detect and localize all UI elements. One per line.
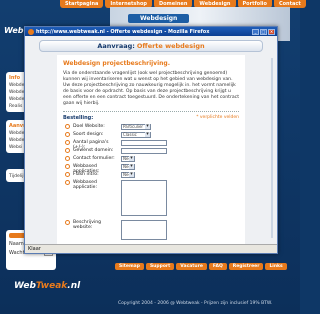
bullet-icon [65, 148, 70, 153]
banner-title: Offerte webdesign [136, 42, 205, 50]
field-label: Flash intro: [73, 172, 99, 177]
footer-link-sitemap[interactable]: Sitemap [115, 263, 144, 270]
flash-intro-select[interactable]: Nee [121, 172, 135, 178]
footer-logo-web: Web [14, 281, 36, 291]
close-icon[interactable]: × [268, 28, 275, 35]
soort-design-select[interactable]: Classic [121, 132, 151, 138]
copyright-text: Copyright 2004 - 2006 @ Webtweak - Prijz… [118, 301, 273, 306]
webbased-applicaties-select[interactable]: Nee [121, 164, 135, 170]
maximize-icon[interactable]: □ [260, 28, 267, 35]
gewenst-domein-input[interactable] [121, 148, 167, 154]
section-tag: Webdesign [128, 14, 190, 23]
firefox-popup-window: http://www.webtweak.nl - Offerte webdesi… [24, 26, 278, 254]
field-row: Doel Website: Particulier [63, 124, 239, 132]
footer-link-links[interactable]: Links [265, 263, 287, 270]
aantal-paginas-input[interactable] [121, 140, 167, 146]
bestelling-row: Bestelling: * verplichte velden [63, 115, 239, 121]
page-scrollbar[interactable] [271, 58, 273, 238]
bullet-icon [65, 172, 70, 177]
section-title: Webdesign projectbeschrijving. [63, 60, 170, 67]
field-label: Gewenst domein: [73, 148, 114, 153]
form-panel: Webdesign projectbeschrijving. Via de on… [57, 55, 245, 244]
footer-link-support[interactable]: Support [145, 263, 175, 270]
page-banner: Aanvraag: Offerte webdesign [39, 40, 263, 52]
required-note: * verplichte velden [196, 115, 239, 120]
bullet-icon [65, 132, 70, 137]
banner-prefix: Aanvraag: [97, 42, 135, 50]
login-name-label: Naam: [9, 241, 26, 247]
field-row: Webbased applicaties: Nee [63, 164, 239, 174]
field-row: Flash intro: Nee [63, 172, 239, 180]
intro-text: Via de onderstaande vragenlijst (ook wel… [63, 71, 239, 106]
window-controls: _ □ × [252, 28, 275, 35]
bullet-icon [65, 156, 70, 161]
window-title: http://www.webtweak.nl - Offerte webdesi… [36, 28, 210, 35]
nav-startpagina[interactable]: Startpagina [60, 0, 104, 8]
field-row: Contact formulier: Nee [63, 156, 239, 164]
minimize-icon[interactable]: _ [252, 28, 259, 35]
footer-link-faq[interactable]: FAQ [208, 263, 227, 270]
status-text: Klaar [28, 246, 41, 252]
field-label: Beschrijving website: [73, 220, 102, 230]
bestelling-label: Bestelling: [63, 115, 94, 121]
form-fields: Doel Website: Particulier Soort design: … [63, 124, 239, 244]
field-label: Contact formulier: [73, 156, 115, 161]
field-row: Soort design: Classic [63, 132, 239, 140]
bullet-icon [65, 140, 70, 145]
footer-navigation: Sitemap Support Vacature FAQ Registreer … [115, 263, 287, 270]
window-titlebar[interactable]: http://www.webtweak.nl - Offerte webdesi… [25, 27, 277, 36]
field-label: Soort design: [73, 132, 104, 137]
bullet-icon [65, 164, 70, 169]
firefox-icon [28, 28, 34, 35]
page-content: Aanvraag: Offerte webdesign Webdesign pr… [25, 36, 277, 244]
beschrijving-website-textarea[interactable] [121, 220, 167, 240]
webbased-applicatie-textarea[interactable] [121, 180, 167, 216]
divider [63, 111, 239, 112]
field-label: Doel Website: [73, 124, 105, 129]
bullet-icon [65, 124, 70, 129]
field-row: Aantal pagina's (+/-): [63, 140, 239, 150]
field-row: Gewenst domein: [63, 148, 239, 156]
bullet-icon [65, 180, 70, 185]
field-row: Webbased applicatie: [63, 180, 239, 220]
contact-formulier-select[interactable]: Nee [121, 156, 135, 162]
bullet-icon [65, 220, 70, 225]
field-row: Beschrijving website: [63, 220, 239, 244]
doel-website-select[interactable]: Particulier [121, 124, 151, 130]
footer-link-vacature[interactable]: Vacature [176, 263, 207, 270]
field-label: Webbased applicatie: [73, 180, 97, 190]
footer-link-registreer[interactable]: Registreer [228, 263, 264, 270]
footer-logo-tweak: Tweak [35, 281, 68, 291]
status-bar: Klaar [25, 244, 277, 253]
footer-logo-nl: .nl [67, 281, 81, 291]
footer-logo: WebTweak.nl [14, 281, 80, 291]
